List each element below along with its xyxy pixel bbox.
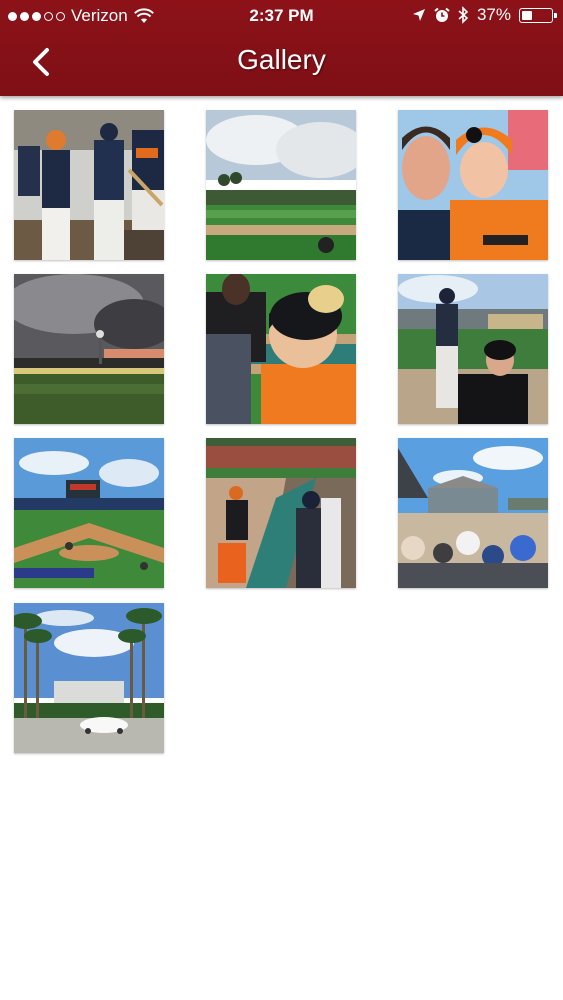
header-bar: Verizon 2:37 PM 37% Gallery xyxy=(0,0,563,96)
page-title: Gallery xyxy=(237,44,326,75)
photo-players-dugout[interactable] xyxy=(14,110,164,260)
photo-palm-tree-entrance[interactable] xyxy=(14,603,164,753)
photo-player-and-fan[interactable] xyxy=(398,274,548,424)
location-arrow-icon xyxy=(412,9,425,21)
bluetooth-icon xyxy=(458,6,469,24)
photo-autograph-line[interactable] xyxy=(206,438,356,588)
battery-percent: 37% xyxy=(476,5,511,24)
photo-kids-at-railing[interactable] xyxy=(206,274,356,424)
photo-father-son-selfie[interactable] xyxy=(398,110,548,260)
photo-stadium-scoreboard[interactable] xyxy=(14,438,164,588)
alarm-icon xyxy=(434,7,450,22)
battery-icon xyxy=(519,7,557,23)
status-bar: Verizon 2:37 PM 37% xyxy=(0,0,563,32)
photo-stadium-storm-sky[interactable] xyxy=(14,274,164,424)
photo-ballpark-field[interactable] xyxy=(206,110,356,260)
photo-crowd-in-stands[interactable] xyxy=(398,438,548,588)
